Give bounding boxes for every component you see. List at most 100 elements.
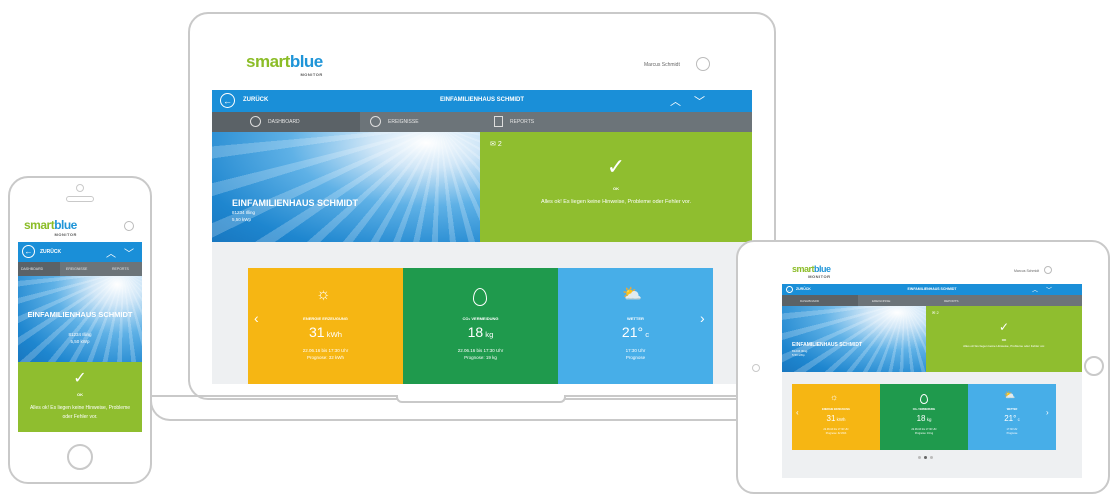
app-header: smartblue MONITOR Marcus Schmidt [212, 40, 752, 90]
tab-label: EREIGNISSE [388, 119, 419, 125]
hero-banner: EINFAMILIENHAUS SCHMIDT 81234 Illing 5,5… [782, 306, 926, 372]
back-arrow-icon[interactable]: ← [786, 286, 793, 293]
back-arrow-icon[interactable]: ← [22, 245, 35, 258]
clock-icon [250, 116, 261, 127]
status-message: Alles ok! Es liegen keine Hinweise, Prob… [963, 344, 1045, 348]
user-avatar-icon[interactable] [1044, 266, 1052, 274]
tab-label: DASHBOARD [268, 119, 300, 125]
status-panel[interactable]: ✉ 2 ✓ OK Alles ok! Es liegen keine Hinwe… [926, 306, 1082, 372]
check-icon: ✓ [73, 370, 87, 387]
logo[interactable]: smartblue MONITOR [792, 264, 831, 279]
status-message: Alles ok! Es liegen keine Hinweise, Prob… [540, 199, 692, 205]
hero-title: EINFAMILIENHAUS SCHMIDT [27, 310, 133, 319]
leaf-icon [473, 288, 487, 306]
tile-info: 22.06.16 bis 17:30 Uhr [823, 428, 849, 431]
phone-home-button[interactable] [67, 444, 93, 470]
chevron-up-icon[interactable]: ︿ [106, 245, 116, 260]
tab-ereignisse[interactable]: EREIGNISSE [858, 295, 928, 306]
sun-cloud-icon: ⛅ [1004, 390, 1016, 400]
logo[interactable]: smartblue MONITOR [246, 52, 323, 77]
status-ok: OK [613, 186, 619, 191]
carousel-prev-button[interactable]: ‹ [254, 310, 259, 326]
status-panel[interactable]: ✓ OK Alles ok! Es liegen keine Hinweise,… [18, 362, 142, 432]
tab-dashboard[interactable]: DASHBOARD [18, 262, 60, 276]
status-panel[interactable]: ✉ 2 ✓ OK Alles ok! Es liegen keine Hinwe… [480, 132, 752, 242]
tile-label: CO₂ VERMEIDUNG [462, 316, 499, 321]
tile-forecast: Prognose: 19 kg [464, 355, 497, 360]
laptop-base [150, 395, 814, 425]
back-button[interactable]: ZURÜCK [796, 287, 811, 291]
tab-bar: DASHBOARD EREIGNISSE REPORTS [782, 295, 1082, 306]
carousel-prev-button[interactable]: ‹ [796, 408, 799, 417]
tile-label: ENERGIE ERZEUGUNG [303, 316, 348, 321]
logo[interactable]: smartblue MONITOR [24, 218, 77, 237]
tile-weather[interactable]: ⛅ WETTER 21° c 17:30 Uhr Prognose [558, 268, 713, 384]
tab-reports[interactable]: REPORTS [102, 262, 142, 276]
app-header: smartblue MONITOR [18, 210, 142, 242]
hero-power: 5,50 kWp [70, 339, 90, 344]
back-arrow-icon[interactable]: ← [220, 93, 235, 108]
tile-weather[interactable]: ⛅ WETTER 21° c 17:30 Uhr Prognose [968, 384, 1056, 450]
tile-info: 22.06.16 bis 17:30 Uhr [457, 348, 504, 353]
tab-label: DASHBOARD [21, 267, 44, 271]
tile-forecast: Prognose [625, 355, 646, 360]
tile-info: 17:30 Uhr [625, 348, 646, 353]
tab-label: REPORTS [112, 267, 129, 271]
tab-reports[interactable]: REPORTS [480, 112, 752, 132]
tile-value: 31 kWh [826, 414, 846, 423]
tab-label: DASHBOARD [800, 298, 820, 303]
tab-dashboard[interactable]: DASHBOARD [212, 112, 360, 132]
carousel-dots[interactable] [918, 456, 933, 459]
carousel-next-button[interactable]: › [1046, 408, 1049, 417]
hero-title: EINFAMILIENHAUS SCHMIDT [232, 198, 358, 208]
status-ok: OK [1001, 338, 1007, 342]
tablet-screen: smartblue MONITOR Marcus Schmidt ← ZURÜC… [782, 258, 1082, 478]
hero-banner: EINFAMILIENHAUS SCHMIDT 81234 Illing 5,5… [18, 276, 142, 362]
tile-label: ENERGIE ERZEUGUNG [822, 408, 850, 411]
tile-co2[interactable]: CO₂ VERMEIDUNG 18 kg 22.06.16 bis 17:30 … [880, 384, 968, 450]
tile-co2[interactable]: CO₂ VERMEIDUNG 18 kg 22.06.16 bis 17:30 … [403, 268, 558, 384]
user-name[interactable]: Marcus Schmidt [644, 62, 680, 68]
back-button[interactable]: ZURÜCK [40, 249, 61, 255]
tile-energy[interactable]: ☼ ENERGIE ERZEUGUNG 31 kWh 22.06.16 bis … [248, 268, 403, 384]
hero-zip-city: 81234 Illing [232, 210, 256, 215]
mail-icon[interactable]: ✉ 2 [932, 310, 939, 315]
mail-count: 2 [936, 310, 939, 315]
chevron-down-icon[interactable]: ﹀ [694, 93, 705, 109]
tile-forecast: Prognose: 32 kWh [306, 355, 345, 360]
tile-value: 21° c [1004, 414, 1020, 423]
tile-info: 17:30 Uhr [1006, 428, 1018, 431]
nav-bar: ← ZURÜCK EINFAMILIENHAUS SCHMIDT ︿ ﹀ [782, 284, 1082, 295]
tab-dashboard[interactable]: DASHBOARD [782, 295, 858, 306]
user-name[interactable]: Marcus Schmidt [1014, 269, 1039, 273]
mail-icon[interactable]: ✉ 2 [490, 140, 502, 148]
tablet-home-button[interactable] [1084, 356, 1104, 376]
sun-icon: ☼ [316, 286, 331, 303]
chevron-up-icon[interactable]: ︿ [1032, 285, 1038, 294]
status-message: Alles ok! Es liegen keine Hinweise, Prob… [29, 405, 131, 420]
carousel-next-button[interactable]: › [700, 310, 705, 326]
tile-label: CO₂ VERMEIDUNG [912, 408, 936, 411]
tab-reports[interactable]: REPORTS [928, 295, 1082, 306]
tile-forecast: Prognose: 19 kg [914, 432, 934, 435]
back-button[interactable]: ZURÜCK [243, 97, 268, 103]
tab-label: EREIGNISSE [66, 267, 88, 271]
history-icon [370, 116, 381, 127]
tile-energy[interactable]: ☼ ENERGIE ERZEUGUNG 31 kWh 22.06.16 bis … [792, 384, 880, 450]
check-icon: ✓ [606, 154, 626, 179]
leaf-icon [920, 394, 928, 404]
chevron-down-icon[interactable]: ﹀ [124, 245, 134, 260]
tile-info: 22.06.16 bis 17:30 Uhr [911, 428, 937, 431]
user-avatar-icon[interactable] [124, 221, 134, 231]
tile-value: 21° c [621, 324, 650, 340]
tab-ereignisse[interactable]: EREIGNISSE [60, 262, 102, 276]
chevron-up-icon[interactable]: ︿ [670, 93, 681, 109]
chevron-down-icon[interactable]: ﹀ [1046, 285, 1052, 294]
tab-label: REPORTS [944, 298, 959, 303]
tiles-area: ☼ ENERGIE ERZEUGUNG 31 kWh 22.06.16 bis … [212, 242, 752, 384]
tab-ereignisse[interactable]: EREIGNISSE [360, 112, 480, 132]
user-avatar-icon[interactable] [696, 57, 710, 71]
tab-bar: DASHBOARD EREIGNISSE REPORTS [212, 112, 752, 132]
check-icon: ✓ [998, 320, 1010, 334]
nav-bar: ← ZURÜCK EINFAMILIENHAUS SCHMIDT ︿ ﹀ [212, 90, 752, 112]
